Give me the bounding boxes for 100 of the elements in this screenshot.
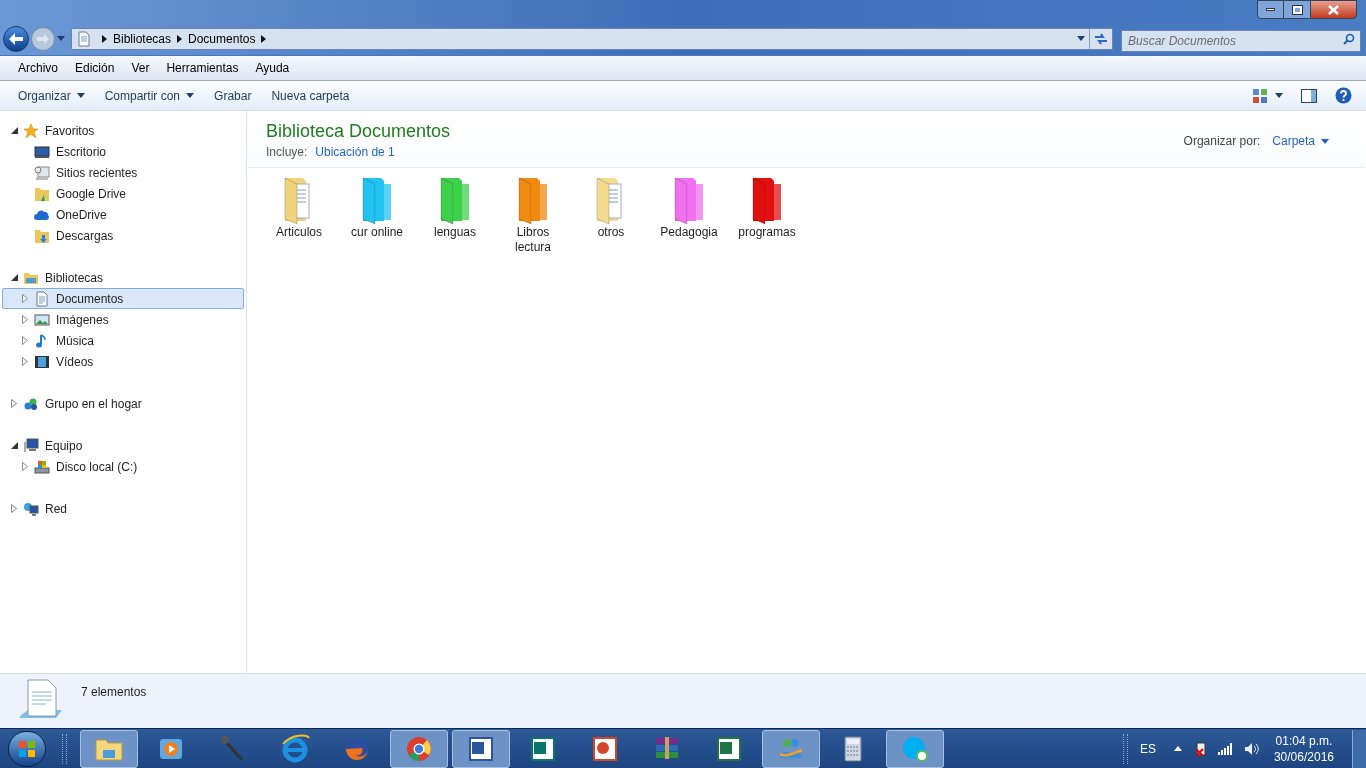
show-desktop-button[interactable]: [1352, 729, 1366, 768]
folder-item[interactable]: Articulos: [260, 175, 338, 255]
nav-item[interactable]: Bibliotecas: [2, 267, 244, 288]
help-icon: [1335, 87, 1352, 104]
clock[interactable]: 01:04 p.m. 30/06/2016: [1273, 732, 1334, 765]
preview-pane-button[interactable]: [1301, 88, 1317, 103]
caret-icon: [1321, 138, 1329, 144]
nav-item-label: Google Drive: [56, 185, 127, 203]
nav-item[interactable]: Vídeos: [2, 351, 244, 372]
nav-item-label: Escritorio: [56, 143, 106, 161]
nav-item[interactable]: Sitios recientes: [2, 162, 244, 183]
restore-button[interactable]: [1284, 0, 1310, 19]
close-button[interactable]: [1310, 0, 1357, 19]
expanded-arrow-icon[interactable]: [10, 442, 18, 449]
nav-item[interactable]: Equipo: [2, 435, 244, 456]
nav-item-label: Sitios recientes: [56, 164, 138, 182]
expanded-arrow-icon[interactable]: [10, 274, 18, 281]
nav-item-label: Música: [56, 332, 94, 350]
folder-item[interactable]: otros: [572, 175, 650, 255]
toolbar-button[interactable]: Organizar: [8, 86, 95, 105]
expanded-arrow-icon[interactable]: [10, 127, 18, 134]
nav-item-label: Disco local (C:): [56, 458, 138, 476]
nav-item-label: Favoritos: [45, 122, 95, 140]
breadcrumb-arrow-icon[interactable]: [177, 34, 183, 43]
collapsed-arrow-icon[interactable]: [11, 504, 17, 513]
breadcrumb-arrow-icon[interactable]: [261, 34, 267, 43]
language-indicator[interactable]: ES: [1139, 739, 1156, 758]
nav-item-label: Imágenes: [56, 311, 109, 329]
taskbar-app-button[interactable]: [390, 729, 448, 768]
breadcrumb-item[interactable]: Bibliotecas: [113, 29, 172, 48]
nav-item[interactable]: Imágenes: [2, 309, 244, 330]
collapsed-arrow-icon[interactable]: [22, 294, 28, 303]
folder-item[interactable]: Libros lectura: [494, 175, 572, 255]
nav-item[interactable]: Red: [2, 498, 244, 519]
nav-item-label: Grupo en el hogar: [45, 395, 142, 413]
star-icon: [23, 122, 39, 139]
collapsed-arrow-icon[interactable]: [22, 357, 28, 366]
download-folder-icon: [34, 227, 50, 244]
start-button[interactable]: [8, 730, 46, 767]
arrange-by-label: Organizar por:: [1183, 133, 1261, 150]
nav-item-label: Bibliotecas: [45, 269, 104, 287]
nav-item[interactable]: Música: [2, 330, 244, 351]
folder-name: lenguas: [432, 225, 477, 240]
recent-pages-button[interactable]: [57, 36, 67, 41]
nav-item-label: Red: [45, 500, 67, 518]
windows-logo-icon: [18, 739, 36, 758]
network-icon: [23, 500, 39, 517]
monitor-icon: [34, 143, 50, 160]
toolbar-button[interactable]: Compartir con: [94, 86, 205, 105]
includes-label: Incluye:: [266, 144, 308, 161]
nav-item[interactable]: Google Drive: [2, 183, 244, 204]
menu-item[interactable]: Ver: [123, 59, 158, 77]
toolbar-button[interactable]: Nueva carpeta: [261, 86, 360, 105]
toolbar-button[interactable]: Grabar: [204, 86, 262, 105]
power-plug-icon[interactable]: [1193, 740, 1208, 757]
picture-icon: [34, 311, 50, 328]
collapsed-arrow-icon[interactable]: [11, 399, 17, 408]
view-grid-icon: [1253, 88, 1267, 103]
signal-bars-icon[interactable]: [1217, 742, 1234, 755]
document-icon: [76, 30, 92, 47]
minimize-button[interactable]: [1257, 0, 1284, 19]
address-bar[interactable]: Bibliotecas Documentos: [71, 27, 1113, 50]
taskbar-app-button[interactable]: [886, 729, 944, 768]
folder-name: otros: [596, 225, 626, 240]
folder-item[interactable]: cur online: [338, 175, 416, 255]
menu-item[interactable]: Ayuda: [247, 59, 298, 77]
nav-item[interactable]: Disco local (C:): [2, 456, 244, 477]
menu-item[interactable]: Archivo: [10, 59, 66, 77]
speaker-icon[interactable]: [1243, 741, 1260, 756]
refresh-icon: [1094, 32, 1108, 45]
nav-item[interactable]: Escritorio: [2, 141, 244, 162]
folder-item[interactable]: programas: [728, 175, 806, 255]
nav-item[interactable]: Grupo en el hogar: [2, 393, 244, 414]
browser-icon: [280, 733, 310, 764]
nav-item[interactable]: Descargas: [2, 225, 244, 246]
nav-item[interactable]: Documentos: [2, 288, 244, 309]
folder-item[interactable]: Pedagogia: [650, 175, 728, 255]
view-options-button[interactable]: [1253, 88, 1283, 103]
taskbar-app-button[interactable]: [80, 729, 138, 768]
breadcrumb-item[interactable]: Documentos: [188, 29, 256, 48]
breadcrumb-arrow-icon[interactable]: [102, 34, 107, 43]
pane-icon: [1301, 88, 1317, 103]
folder-item[interactable]: lenguas: [416, 175, 494, 255]
back-button[interactable]: [3, 25, 29, 52]
nav-item-label: Equipo: [45, 437, 83, 455]
help-button[interactable]: [1335, 87, 1352, 104]
search-field[interactable]: Buscar Documentos: [1121, 29, 1361, 52]
arrange-by-dropdown[interactable]: Carpeta: [1272, 132, 1329, 150]
locations-link[interactable]: Ubicación de 1: [315, 143, 395, 161]
collapsed-arrow-icon[interactable]: [22, 462, 28, 471]
collapsed-arrow-icon[interactable]: [22, 315, 28, 324]
nav-item[interactable]: OneDrive: [2, 204, 244, 225]
menu-item[interactable]: Herramientas: [158, 59, 247, 77]
taskbar-app-button[interactable]: [452, 729, 510, 768]
hard-drive-icon: [34, 458, 50, 475]
menu-item[interactable]: Edición: [67, 59, 123, 77]
folder-name: cur online: [350, 225, 404, 240]
collapsed-arrow-icon[interactable]: [22, 336, 28, 345]
show-hidden-icons-icon[interactable]: [1173, 746, 1182, 751]
nav-item[interactable]: Favoritos: [2, 120, 244, 141]
